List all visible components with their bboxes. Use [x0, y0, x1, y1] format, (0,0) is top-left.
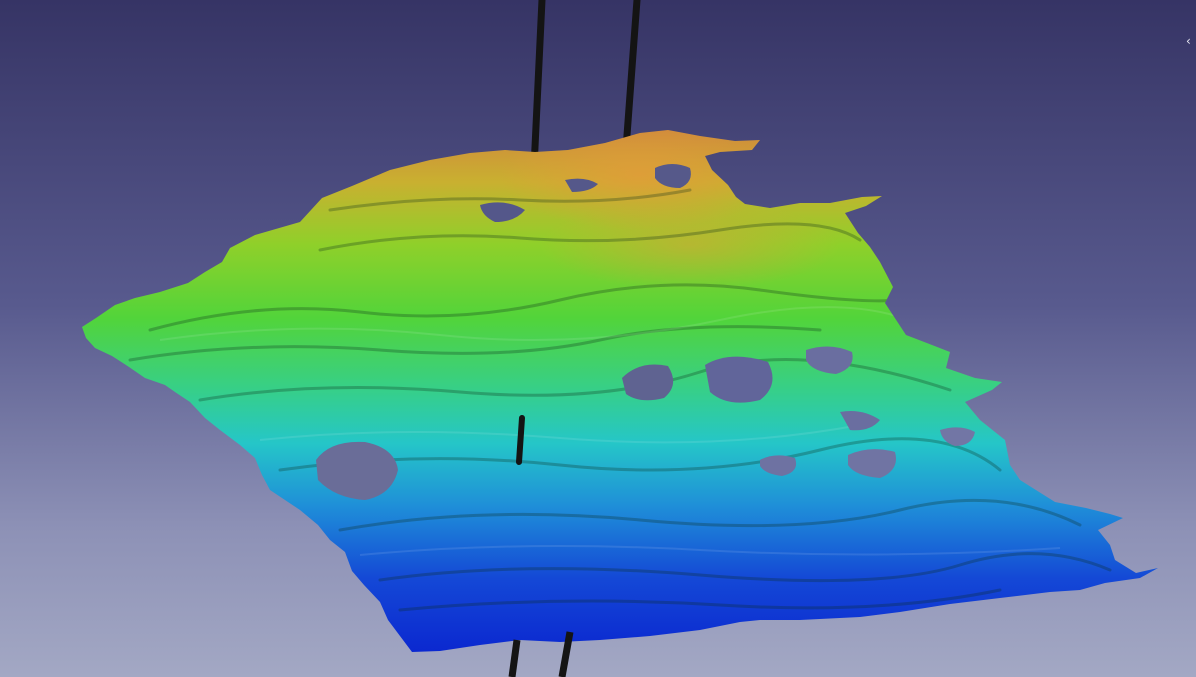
warm-ridge-highlight: [540, 200, 840, 290]
horizon-surface[interactable]: [82, 120, 1158, 652]
well-1-mid[interactable]: [516, 415, 525, 465]
3d-scene[interactable]: [0, 0, 1196, 677]
3d-viewport[interactable]: ‹: [0, 0, 1196, 677]
well-1-lower[interactable]: [508, 639, 521, 677]
chevron-left-icon[interactable]: ‹: [1186, 33, 1196, 49]
